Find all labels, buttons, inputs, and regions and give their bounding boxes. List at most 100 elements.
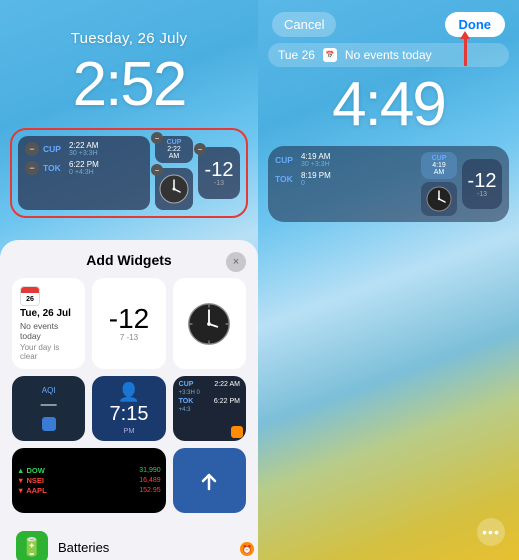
nsei-val: 16,489 — [139, 477, 160, 484]
add-widgets-panel: Add Widgets × 26 Tue, 26 Jul No events t… — [0, 240, 258, 560]
left-date: Tuesday, 26 July — [0, 30, 258, 47]
right-phone-screen: Cancel Done Tue 26 📅 No events today 4:4… — [258, 0, 519, 560]
dow-row: ▲ DOW 31,990 — [17, 466, 161, 475]
cup-row: − CUP 2:22 AM 30 +3:3H — [25, 141, 143, 157]
rwg-big-number: -12 -13 — [462, 159, 502, 209]
widget-list: 🔋 Batteries 26 Calendar — [12, 523, 246, 560]
aapl-row: ▼ AAPL 152.95 — [17, 486, 161, 495]
widget-num-sub: 7 -13 — [120, 333, 138, 342]
mini-cup-sub: AM — [169, 153, 180, 160]
batteries-icon: 🔋 — [16, 531, 48, 560]
aapl-val: 152.95 — [139, 487, 160, 494]
panel-close-btn[interactable]: × — [226, 252, 246, 272]
wc-cup-detail: +3:3H 0 — [179, 390, 200, 396]
cup-detail: 30 +3:3H — [69, 150, 98, 157]
wc-cup-time: 2:22 AM — [214, 381, 240, 388]
widget-desc: Your day is clear — [20, 343, 77, 361]
mini-clock-minus[interactable]: − — [151, 164, 163, 176]
cup-label: CUP — [43, 144, 65, 154]
big-number-minus[interactable]: − — [194, 143, 206, 155]
aapl-label: ▼ AAPL — [17, 486, 47, 495]
cup-time: 2:22 AM — [69, 141, 98, 150]
batteries-list-item[interactable]: 🔋 Batteries — [12, 523, 246, 560]
wc-tok-detail: +4:3 — [179, 407, 191, 413]
mini-widget-col: − CUP 2:22 AM − — [155, 136, 193, 210]
three-dots-button[interactable]: ••• — [477, 518, 505, 546]
world-clock-widget: − CUP 2:22 AM 30 +3:3H − TOK 6:22 PM 0 +… — [18, 136, 150, 210]
big-number-widget: − -12 -13 — [198, 147, 240, 199]
mini-clock-widget: − — [155, 168, 193, 210]
clock-icon — [156, 171, 192, 207]
tok-time: 6:22 PM — [69, 160, 99, 169]
right-events: No events today — [345, 48, 432, 62]
minus-tok-btn[interactable]: − — [25, 161, 39, 175]
big-number-sub: -13 — [214, 180, 224, 187]
wc-tok-time: 6:22 PM — [214, 398, 240, 405]
right-date: Tue 26 — [278, 48, 315, 62]
top-bar: Cancel Done — [258, 0, 519, 43]
tok-detail: 0 +4:3H — [69, 169, 99, 176]
left-widget-area: − CUP 2:22 AM 30 +3:3H − TOK 6:22 PM 0 +… — [10, 128, 248, 218]
rwg-mini-label: CUP — [432, 155, 447, 162]
mini-cup-label: CUP — [167, 139, 182, 146]
dow-val: 31,990 — [139, 467, 160, 474]
cal-icon: 26 — [20, 286, 40, 306]
cal-day: 26 — [21, 293, 39, 305]
aqi-dash: — — [41, 396, 57, 414]
wc-cup-detail-row: +3:3H 0 — [179, 390, 240, 396]
done-button[interactable]: Done — [445, 12, 506, 37]
right-date-bar: Tue 26 📅 No events today — [268, 43, 509, 67]
mini-cup-time: 2:22 — [167, 146, 181, 153]
weather-time: 7:15 — [110, 403, 149, 426]
worldclock-widget-item[interactable]: CUP 2:22 AM +3:3H 0 TOK 6:22 PM +4:3 — [173, 376, 246, 441]
panel-header: Add Widgets × — [12, 252, 246, 268]
right-widget-area: CUP 4:19 AM 30 +3:3H TOK 8:19 PM 0 — [268, 146, 509, 222]
tok-row: − TOK 6:22 PM 0 +4:3H — [25, 160, 143, 176]
batteries-label: Batteries — [58, 540, 109, 555]
dow-label: ▲ DOW — [17, 466, 45, 475]
wc-tok-row: TOK 6:22 PM — [179, 398, 240, 405]
aqi-icon — [42, 417, 56, 431]
arrow-annotation — [464, 38, 467, 66]
aqi-label: AQI — [42, 386, 56, 395]
wc-cup-row: CUP 2:22 AM — [179, 381, 240, 388]
right-time: 4:49 — [258, 69, 519, 140]
rwg-cup-detail: 30 +3:3H — [301, 161, 330, 168]
aqi-widget-item[interactable]: AQI — — [12, 376, 85, 441]
rwg-tok-row: TOK 8:19 PM 0 — [275, 171, 416, 187]
nsei-row: ▼ NSEI 16,489 — [17, 476, 161, 485]
arrow-widget-item[interactable] — [173, 448, 246, 513]
tok-label: TOK — [43, 163, 65, 173]
wc-tok-detail-row: +4:3 — [179, 407, 240, 413]
analog-clock — [186, 301, 232, 347]
widget-big-num: -12 — [109, 305, 149, 333]
rwg-cup-row: CUP 4:19 AM 30 +3:3H — [275, 152, 416, 168]
cancel-button[interactable]: Cancel — [272, 12, 336, 37]
panel-title: Add Widgets — [86, 252, 171, 268]
clock-widget-item[interactable]: ⏰ — [173, 278, 246, 369]
mini-cup-widget: − CUP 2:22 AM — [155, 136, 193, 163]
rwg-tok-detail: 0 — [301, 180, 331, 187]
rwg-tok-label: TOK — [275, 174, 297, 184]
cal-small-icon: 📅 — [323, 48, 337, 62]
minus-cup-btn[interactable]: − — [25, 142, 39, 156]
rwg-mini-cup: CUP 4:19 AM — [421, 152, 457, 179]
left-time: 2:52 — [0, 49, 258, 120]
rwg-num-sub: -13 — [477, 191, 487, 198]
weather-widget-item[interactable]: 👤 7:15 PM — [92, 376, 165, 441]
rwg-cup-time: 4:19 AM — [301, 152, 330, 161]
stocks-widget-item[interactable]: ▲ DOW 31,990 ▼ NSEI 16,489 ▼ AAPL 152.95 — [12, 448, 166, 513]
widget-date: Tue, 26 Jul — [20, 308, 77, 319]
rwg-num-value: -12 — [468, 171, 497, 191]
wc-cup-label: CUP — [179, 381, 194, 388]
right-clock-icon — [425, 185, 453, 213]
big-number-value: -12 — [205, 160, 234, 180]
number-widget-item[interactable]: -12 7 -13 — [92, 278, 165, 369]
rwg-right-col: -12 -13 — [462, 152, 502, 216]
rwg-mid-col: CUP 4:19 AM — [421, 152, 457, 216]
widget-grid: 26 Tue, 26 Jul No events today Your day … — [12, 278, 246, 513]
rwg-mini-time: 4:19 — [432, 162, 446, 169]
calendar-widget-item[interactable]: 26 Tue, 26 Jul No events today Your day … — [12, 278, 85, 369]
arrow-icon — [195, 467, 223, 495]
mini-minus-btn[interactable]: − — [151, 132, 163, 144]
